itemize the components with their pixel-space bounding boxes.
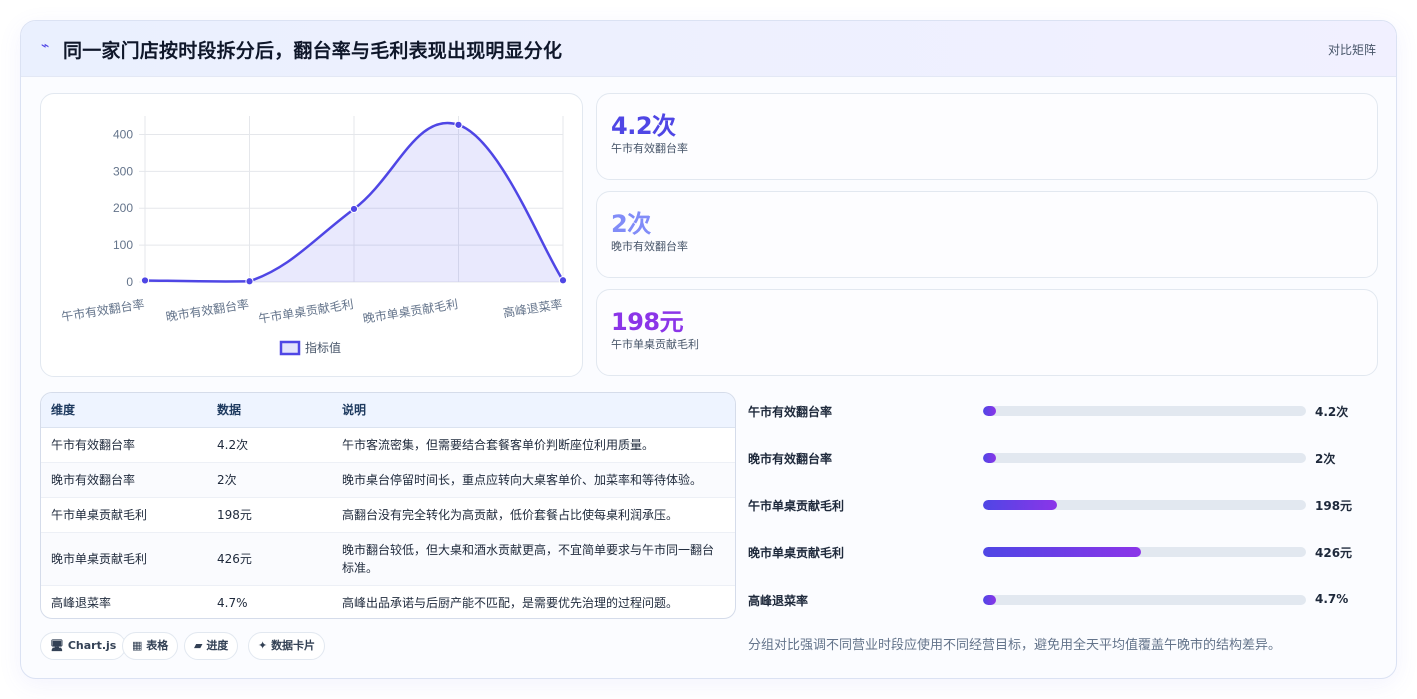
card-header: ⌁ 同一家门店按时段拆分后，翻台率与毛利表现出现明显分化 对比矩阵 — [21, 21, 1396, 77]
legend-label: 指标值 — [305, 340, 341, 355]
progress-value: 2次 — [1315, 452, 1336, 466]
progress-value: 4.2次 — [1315, 405, 1349, 419]
footnote: 分组对比强调不同营业时段应使用不同经营目标，避免用全天平均值覆盖午晚市的结构差异… — [748, 638, 1282, 653]
table-cell: 晚市桌台停留时间长，重点应转向大桌客单价、加菜率和等待体验。 — [332, 462, 735, 498]
progress-fill — [983, 547, 1142, 557]
table-cell: 4.7% — [217, 595, 248, 610]
x-tick-label: 午市单桌贡献毛利 — [257, 296, 354, 326]
stat-label: 晚市有效翻台率 — [611, 240, 688, 253]
data-point — [558, 276, 568, 285]
data-table: 维度 数据 说明 午市有效翻台率 4.2次 午市客流密集，但需要结合套餐客单价判… — [41, 393, 735, 618]
table-icon: ▦ — [132, 639, 143, 652]
tag-progress[interactable]: ▰ 进度 — [184, 632, 239, 660]
progress-label: 晚市单桌贡献毛利 — [748, 546, 845, 560]
table-row: 午市有效翻台率 4.2次 午市客流密集，但需要结合套餐客单价判断座位利用质量。 — [41, 427, 735, 463]
table-cell: 午市单桌贡献毛利 — [41, 497, 207, 533]
table-cell: 2次 — [207, 462, 332, 498]
sparkle-icon: ✦ — [258, 639, 268, 652]
table-cell: 午市有效翻台率 — [41, 427, 207, 463]
table-cell: 高峰出品承诺与后厨产能不匹配，是需要优先治理的过程问题。 — [342, 596, 679, 611]
stat-value: 2次 — [611, 210, 651, 238]
y-tick-label: 200 — [113, 201, 133, 215]
table-cell: 晚市有效翻台率 — [41, 462, 207, 498]
x-tick-label: 午市有效翻台率 — [60, 296, 145, 324]
progress-fill — [983, 453, 996, 463]
progress-track — [983, 595, 1306, 605]
data-table-panel: 维度 数据 说明 午市有效翻台率 4.2次 午市客流密集，但需要结合套餐客单价判… — [40, 392, 736, 619]
progress-label: 午市单桌贡献毛利 — [748, 499, 845, 513]
progress-track — [983, 453, 1306, 463]
stat-card-lunch-margin: 198元 午市单桌贡献毛利 — [596, 289, 1378, 376]
progress-label: 午市有效翻台率 — [748, 405, 833, 419]
progress-fill — [983, 500, 1058, 510]
progress-row: 晚市有效翻台率 2次 — [748, 448, 1378, 468]
table-row: 晚市单桌贡献毛利 426元 晚市翻台较低，但大桌和酒水贡献更高，不宜简单要求与午… — [41, 532, 735, 586]
progress-fill — [983, 406, 996, 416]
column-header: 数据 — [207, 393, 332, 428]
table-row: 晚市有效翻台率 2次 晚市桌台停留时间长，重点应转向大桌客单价、加菜率和等待体验… — [41, 462, 735, 498]
table-cell: 198元 — [207, 497, 332, 533]
y-tick-label: 300 — [113, 164, 133, 178]
line-chart-panel: 0 100 200 300 400 午市有效翻台率 晚市有效翻台率 午市单桌贡献毛利 晚市单桌贡… — [40, 93, 583, 377]
stat-value: 4.2次 — [611, 112, 676, 140]
table-cell: 晚市单桌贡献毛利 — [41, 532, 207, 586]
tag-table[interactable]: ▦ 表格 — [122, 632, 179, 660]
progress-track — [983, 547, 1306, 557]
table-header-row: 维度 数据 说明 — [41, 393, 735, 428]
monitor-icon: 🖥 — [50, 639, 64, 652]
tag-chartjs[interactable]: 🖥 Chart.js — [40, 632, 127, 660]
progress-label: 高峰退菜率 — [748, 594, 809, 608]
data-point — [140, 276, 150, 285]
progress-track — [983, 406, 1306, 416]
stat-card-dinner-turnover: 2次 晚市有效翻台率 — [596, 191, 1378, 278]
y-tick-label: 100 — [113, 238, 133, 252]
column-header: 说明 — [332, 393, 735, 428]
stat-card-lunch-turnover: 4.2次 午市有效翻台率 — [596, 93, 1378, 180]
progress-icon: ▰ — [194, 639, 203, 652]
legend-swatch — [279, 340, 301, 356]
y-tick-label: 0 — [126, 275, 133, 289]
progress-row: 午市单桌贡献毛利 198元 — [748, 495, 1378, 515]
column-header: 维度 — [41, 393, 207, 428]
x-tick-label: 高峰退菜率 — [502, 296, 564, 320]
line-chart: 0 100 200 300 400 午市有效翻台率 晚市有效翻台率 午市单桌贡献毛利 晚市单桌贡… — [60, 116, 568, 356]
data-point — [454, 120, 463, 129]
data-point — [245, 277, 254, 286]
page-title: 同一家门店按时段拆分后，翻台率与毛利表现出现明显分化 — [63, 40, 563, 62]
progress-row: 午市有效翻台率 4.2次 — [748, 401, 1378, 421]
table-cell: 晚市翻台较低，但大桌和酒水贡献更高，不宜简单要求与午市同一翻台标准。 — [332, 532, 735, 586]
progress-fill — [983, 595, 996, 605]
table-row: 午市单桌贡献毛利 198元 高翻台没有完全转化为高贡献，低价套餐占比使每桌利润承… — [41, 497, 735, 533]
table-cell: 午市客流密集，但需要结合套餐客单价判断座位利用质量。 — [332, 427, 735, 463]
stat-label: 午市有效翻台率 — [611, 142, 688, 155]
x-tick-label: 晚市有效翻台率 — [165, 296, 250, 324]
compare-matrix-link[interactable]: 对比矩阵 — [1328, 41, 1376, 58]
y-tick-label: 400 — [113, 127, 133, 141]
table-cell: 426元 — [207, 532, 332, 586]
stat-label: 午市单桌贡献毛利 — [611, 338, 699, 351]
table-cell: 高翻台没有完全转化为高贡献，低价套餐占比使每桌利润承压。 — [332, 497, 735, 533]
data-point — [349, 204, 359, 214]
table-cell: 高峰退菜率 — [51, 596, 112, 611]
table-row: 高峰退菜率 4.7% 高峰出品承诺与后厨产能不匹配，是需要优先治理的过程问题。 — [41, 585, 735, 618]
stat-value: 198元 — [611, 308, 684, 336]
trend-icon: ⌁ — [41, 38, 50, 54]
progress-value: 198元 — [1315, 499, 1353, 513]
table-cell: 4.2次 — [207, 427, 332, 463]
progress-track — [983, 500, 1306, 510]
tag-data-card[interactable]: ✦ 数据卡片 — [248, 632, 326, 660]
progress-value: 426元 — [1315, 546, 1353, 560]
comparison-card: ⌁ 同一家门店按时段拆分后，翻台率与毛利表现出现明显分化 对比矩阵 0 100 20… — [20, 20, 1397, 679]
progress-value: 4.7% — [1315, 592, 1349, 606]
progress-row: 高峰退菜率 4.7% — [748, 590, 1378, 610]
progress-row: 晚市单桌贡献毛利 426元 — [748, 542, 1378, 562]
x-tick-label: 晚市单桌贡献毛利 — [362, 296, 459, 326]
progress-label: 晚市有效翻台率 — [748, 452, 833, 466]
